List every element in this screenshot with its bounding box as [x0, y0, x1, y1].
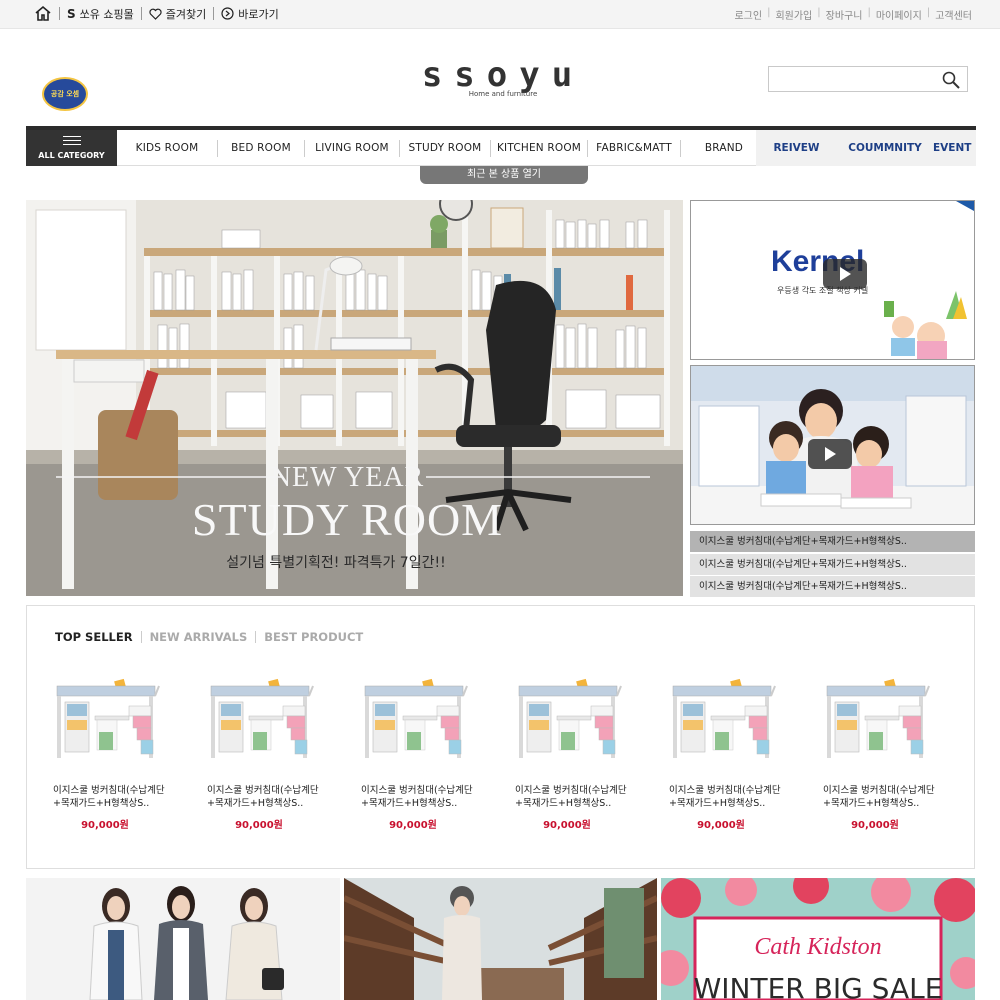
winter-banner[interactable] [344, 878, 657, 1000]
hero-title-line2: STUDY ROOM [191, 494, 504, 545]
shop-s-icon: S [67, 6, 76, 21]
mypage-link[interactable]: 마이페이지 [876, 7, 922, 22]
product-price: 90,000원 [697, 820, 745, 831]
fashion-models-photo [26, 878, 340, 1000]
product-image[interactable] [671, 676, 781, 766]
home-icon [35, 5, 51, 21]
product-card[interactable]: 이지스쿨 벙커침대(수납계단+목재가드+H형책상S.. 90,000원 [361, 676, 515, 831]
product-price: 90,000원 [235, 820, 283, 831]
shop-label: 쏘유 쇼핑몰 [79, 7, 134, 21]
logo-text: ssoyu [421, 55, 585, 95]
favorites-label: 즐겨찾기 [165, 7, 207, 21]
arrow-circle-icon [221, 7, 234, 20]
all-category-button[interactable]: ALL CATEGORY [26, 130, 117, 166]
nav-bed-room[interactable]: BED ROOM [218, 142, 304, 154]
video-list-item[interactable]: 이지스쿨 벙커침대(수납계단+목재가드+H형책상S.. [690, 531, 975, 552]
product-image[interactable] [517, 676, 627, 766]
login-link[interactable]: 로그인 [734, 7, 762, 22]
product-name[interactable]: 이지스쿨 벙커침대(수납계단+목재가드+H형책상S.. [515, 784, 635, 810]
nav-kitchen-room[interactable]: KITCHEN ROOM [491, 142, 587, 154]
nav-event[interactable]: EVENT [933, 142, 975, 154]
study-video-thumbnail[interactable] [690, 365, 975, 525]
nav-study-room[interactable]: STUDY ROOM [400, 142, 490, 154]
heart-icon [149, 8, 162, 20]
nav-kids-room[interactable]: KIDS ROOM [117, 142, 217, 154]
search-icon[interactable] [941, 70, 961, 90]
nav-review[interactable]: REIVEW [756, 142, 837, 154]
cart-link[interactable]: 장바구니 [826, 7, 863, 22]
all-category-label: ALL CATEGORY [38, 151, 105, 160]
shop-link[interactable]: S 쏘유 쇼핑몰 [67, 6, 134, 22]
customer-center-link[interactable]: 고객센터 [935, 7, 972, 22]
hero-banner[interactable]: NEW YEAR STUDY ROOM 설기념 특별기획전! 파격특가 7일간!… [26, 200, 683, 596]
shortcut-label: 바로가기 [238, 7, 279, 21]
product-image[interactable] [209, 676, 319, 766]
product-card[interactable]: 이지스쿨 벙커침대(수납계단+목재가드+H형책상S.. 90,000원 [823, 676, 977, 831]
product-image[interactable] [825, 676, 935, 766]
product-card[interactable]: 이지스쿨 벙커침대(수납계단+목재가드+H형책상S.. 90,000원 [207, 676, 361, 831]
bridge-photo [344, 878, 657, 1000]
fashion-banner[interactable] [26, 878, 340, 1000]
sale-banner[interactable]: Cath Kidston WINTER BIG SALE [661, 878, 975, 1000]
seal-text: 공감 오셈 [50, 90, 80, 98]
sale-brand-logo: Cath Kidston [754, 934, 882, 960]
product-card[interactable]: 이지스쿨 벙커침대(수납계단+목재가드+H형책상S.. 90,000원 [53, 676, 207, 831]
product-card[interactable]: 이지스쿨 벙커침대(수납계단+목재가드+H형책상S.. 90,000원 [669, 676, 823, 831]
kernel-video-thumbnail[interactable]: Kernel 우등생 각도 조절 책상 커넬 [690, 200, 975, 360]
product-image[interactable] [55, 676, 165, 766]
menu-icon [62, 136, 81, 145]
nav-living-room[interactable]: LIVING ROOM [305, 142, 399, 154]
product-name[interactable]: 이지스쿨 벙커침대(수납계단+목재가드+H형책상S.. [823, 784, 943, 810]
favorites-link[interactable]: 즐겨찾기 [149, 6, 206, 22]
hero-title-line1: NEW YEAR [270, 462, 425, 493]
product-name[interactable]: 이지스쿨 벙커침대(수납계단+목재가드+H형책상S.. [669, 784, 789, 810]
signup-link[interactable]: 회원가입 [775, 7, 812, 22]
video-list: 이지스쿨 벙커침대(수납계단+목재가드+H형책상S.. 이지스쿨 벙커침대(수납… [690, 531, 975, 599]
sale-title: WINTER BIG SALE [693, 972, 943, 1000]
video-list-item[interactable]: 이지스쿨 벙커침대(수납계단+목재가드+H형책상S.. [690, 553, 975, 575]
search-box [768, 66, 968, 92]
video-list-item[interactable]: 이지스쿨 벙커침대(수납계단+목재가드+H형책상S.. [690, 576, 975, 597]
tab-top-seller[interactable]: TOP SELLER [55, 630, 133, 644]
shortcut-link[interactable]: 바로가기 [221, 6, 279, 22]
main-navigation: ALL CATEGORY KIDS ROOM BED ROOM LIVING R… [26, 126, 976, 166]
top-utility-bar: S 쏘유 쇼핑몰 즐겨찾기 바로가기 로그인 | 회원가입 | 장바구니 | 마이페이… [0, 0, 1000, 29]
product-price: 90,000원 [389, 820, 437, 831]
search-input[interactable] [769, 67, 939, 91]
product-image[interactable] [363, 676, 473, 766]
tab-new-arrivals[interactable]: NEW ARRIVALS [150, 630, 248, 644]
play-icon[interactable] [808, 439, 852, 469]
home-link[interactable] [34, 5, 52, 22]
product-section: TOP SELLER NEW ARRIVALS BEST PRODUCT 이지스… [26, 605, 975, 869]
nav-fabric-matt[interactable]: FABRIC&MATT [588, 142, 680, 154]
play-icon[interactable] [823, 259, 867, 289]
product-price: 90,000원 [81, 820, 129, 831]
nav-community[interactable]: COUMMNITY [837, 142, 933, 154]
brand-seal-logo[interactable]: 공감 오셈 [42, 77, 88, 111]
product-name[interactable]: 이지스쿨 벙커침대(수납계단+목재가드+H형책상S.. [361, 784, 481, 810]
tab-best-product[interactable]: BEST PRODUCT [264, 630, 363, 644]
site-logo[interactable]: ssoyu Home and furniture [418, 58, 588, 100]
product-card[interactable]: 이지스쿨 벙커침대(수납계단+목재가드+H형책상S.. 90,000원 [515, 676, 669, 831]
product-price: 90,000원 [851, 820, 899, 831]
product-name[interactable]: 이지스쿨 벙커침대(수납계단+목재가드+H형책상S.. [207, 784, 327, 810]
recent-items-tab[interactable]: 최근 본 상품 열기 [420, 166, 588, 184]
product-name[interactable]: 이지스쿨 벙커침대(수납계단+목재가드+H형책상S.. [53, 784, 173, 810]
hero-subtitle: 설기념 특별기획전! 파격특가 7일간!! [226, 555, 446, 571]
nav-brand[interactable]: BRAND [681, 142, 767, 154]
product-price: 90,000원 [543, 820, 591, 831]
